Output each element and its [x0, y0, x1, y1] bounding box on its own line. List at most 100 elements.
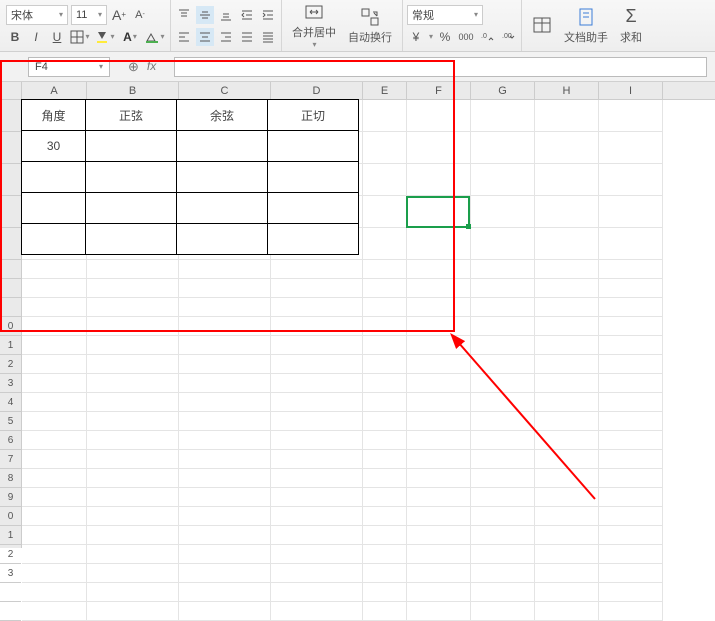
cell[interactable] [179, 355, 271, 374]
cell[interactable] [599, 298, 663, 317]
cell[interactable] [471, 602, 535, 621]
cell[interactable] [407, 469, 471, 488]
cell[interactable] [471, 164, 535, 196]
cell[interactable] [22, 374, 87, 393]
cell[interactable] [271, 507, 363, 526]
cell[interactable] [363, 450, 407, 469]
cell[interactable] [22, 431, 87, 450]
cell[interactable] [471, 450, 535, 469]
cell[interactable] [87, 336, 179, 355]
cell[interactable] [535, 279, 599, 298]
table-cell[interactable] [85, 192, 177, 224]
cell[interactable] [535, 228, 599, 260]
cell[interactable] [179, 564, 271, 583]
zoom-icon[interactable]: ⊕ [128, 59, 139, 75]
underline-button[interactable]: U [48, 28, 66, 46]
cell[interactable] [363, 602, 407, 621]
table-cell[interactable] [21, 223, 86, 255]
cell[interactable] [599, 164, 663, 196]
cell[interactable] [407, 431, 471, 450]
format-button[interactable] [526, 0, 558, 51]
align-center-button[interactable] [196, 28, 214, 46]
cell[interactable] [471, 507, 535, 526]
cell[interactable] [535, 100, 599, 132]
fill-color-button[interactable]: ▾ [94, 28, 116, 46]
cell[interactable] [407, 132, 471, 164]
cell[interactable] [271, 374, 363, 393]
cell[interactable] [535, 374, 599, 393]
cell[interactable] [179, 412, 271, 431]
table-cell[interactable] [176, 130, 268, 162]
cell[interactable] [22, 393, 87, 412]
cell[interactable] [363, 132, 407, 164]
cell[interactable] [179, 298, 271, 317]
cell[interactable] [363, 279, 407, 298]
cell[interactable] [471, 228, 535, 260]
cell[interactable] [271, 260, 363, 279]
cell[interactable] [407, 602, 471, 621]
row-header[interactable] [0, 196, 21, 228]
cell[interactable] [599, 488, 663, 507]
table-cell[interactable] [85, 223, 177, 255]
cell[interactable] [599, 279, 663, 298]
cell[interactable] [599, 393, 663, 412]
cell[interactable] [535, 164, 599, 196]
column-header[interactable]: G [471, 82, 535, 99]
cell[interactable] [363, 100, 407, 132]
cell[interactable] [599, 602, 663, 621]
cell[interactable] [599, 412, 663, 431]
cell[interactable] [179, 431, 271, 450]
cell[interactable] [271, 488, 363, 507]
cell[interactable] [22, 298, 87, 317]
table-cell[interactable] [267, 161, 359, 193]
table-cell[interactable] [21, 161, 86, 193]
table-header-cell[interactable]: 余弦 [176, 99, 268, 131]
cell[interactable] [87, 431, 179, 450]
column-header[interactable]: A [22, 82, 87, 99]
select-all-corner[interactable] [0, 82, 22, 100]
cell[interactable] [22, 583, 87, 602]
cell[interactable] [535, 450, 599, 469]
table-cell[interactable] [85, 130, 177, 162]
number-format-select[interactable]: 常规 ▾ [407, 5, 483, 25]
cell[interactable] [535, 132, 599, 164]
cell[interactable] [535, 507, 599, 526]
cell[interactable] [87, 602, 179, 621]
column-header[interactable]: E [363, 82, 407, 99]
cell[interactable] [87, 488, 179, 507]
cell[interactable] [535, 431, 599, 450]
cell[interactable] [22, 564, 87, 583]
cell[interactable] [599, 260, 663, 279]
cell[interactable] [87, 298, 179, 317]
cell[interactable] [22, 279, 87, 298]
cell[interactable] [407, 228, 471, 260]
cell[interactable] [363, 355, 407, 374]
column-header[interactable]: D [271, 82, 363, 99]
cell[interactable] [22, 602, 87, 621]
cell[interactable] [471, 355, 535, 374]
cells-area[interactable]: 角度正弦余弦正切30 [22, 100, 715, 548]
cell[interactable] [599, 355, 663, 374]
cell[interactable] [87, 507, 179, 526]
doc-helper-button[interactable]: 文档助手 [558, 0, 614, 51]
cell[interactable] [407, 450, 471, 469]
cell[interactable] [22, 317, 87, 336]
table-header-cell[interactable]: 正切 [267, 99, 359, 131]
cell[interactable] [87, 526, 179, 545]
cell[interactable] [599, 526, 663, 545]
row-header[interactable]: 0 [0, 507, 21, 526]
cell[interactable] [599, 564, 663, 583]
cell[interactable] [271, 298, 363, 317]
cell[interactable] [179, 507, 271, 526]
decrease-font-button[interactable]: A- [131, 6, 149, 24]
row-header[interactable] [0, 260, 21, 279]
row-header[interactable]: 5 [0, 412, 21, 431]
cell[interactable] [363, 228, 407, 260]
cell[interactable] [471, 488, 535, 507]
cell[interactable] [22, 526, 87, 545]
font-name-select[interactable]: 宋体 ▾ [6, 5, 68, 25]
cell[interactable] [363, 336, 407, 355]
cell[interactable] [271, 564, 363, 583]
decrease-decimal-button[interactable]: .00 [499, 28, 517, 46]
cell[interactable] [599, 469, 663, 488]
